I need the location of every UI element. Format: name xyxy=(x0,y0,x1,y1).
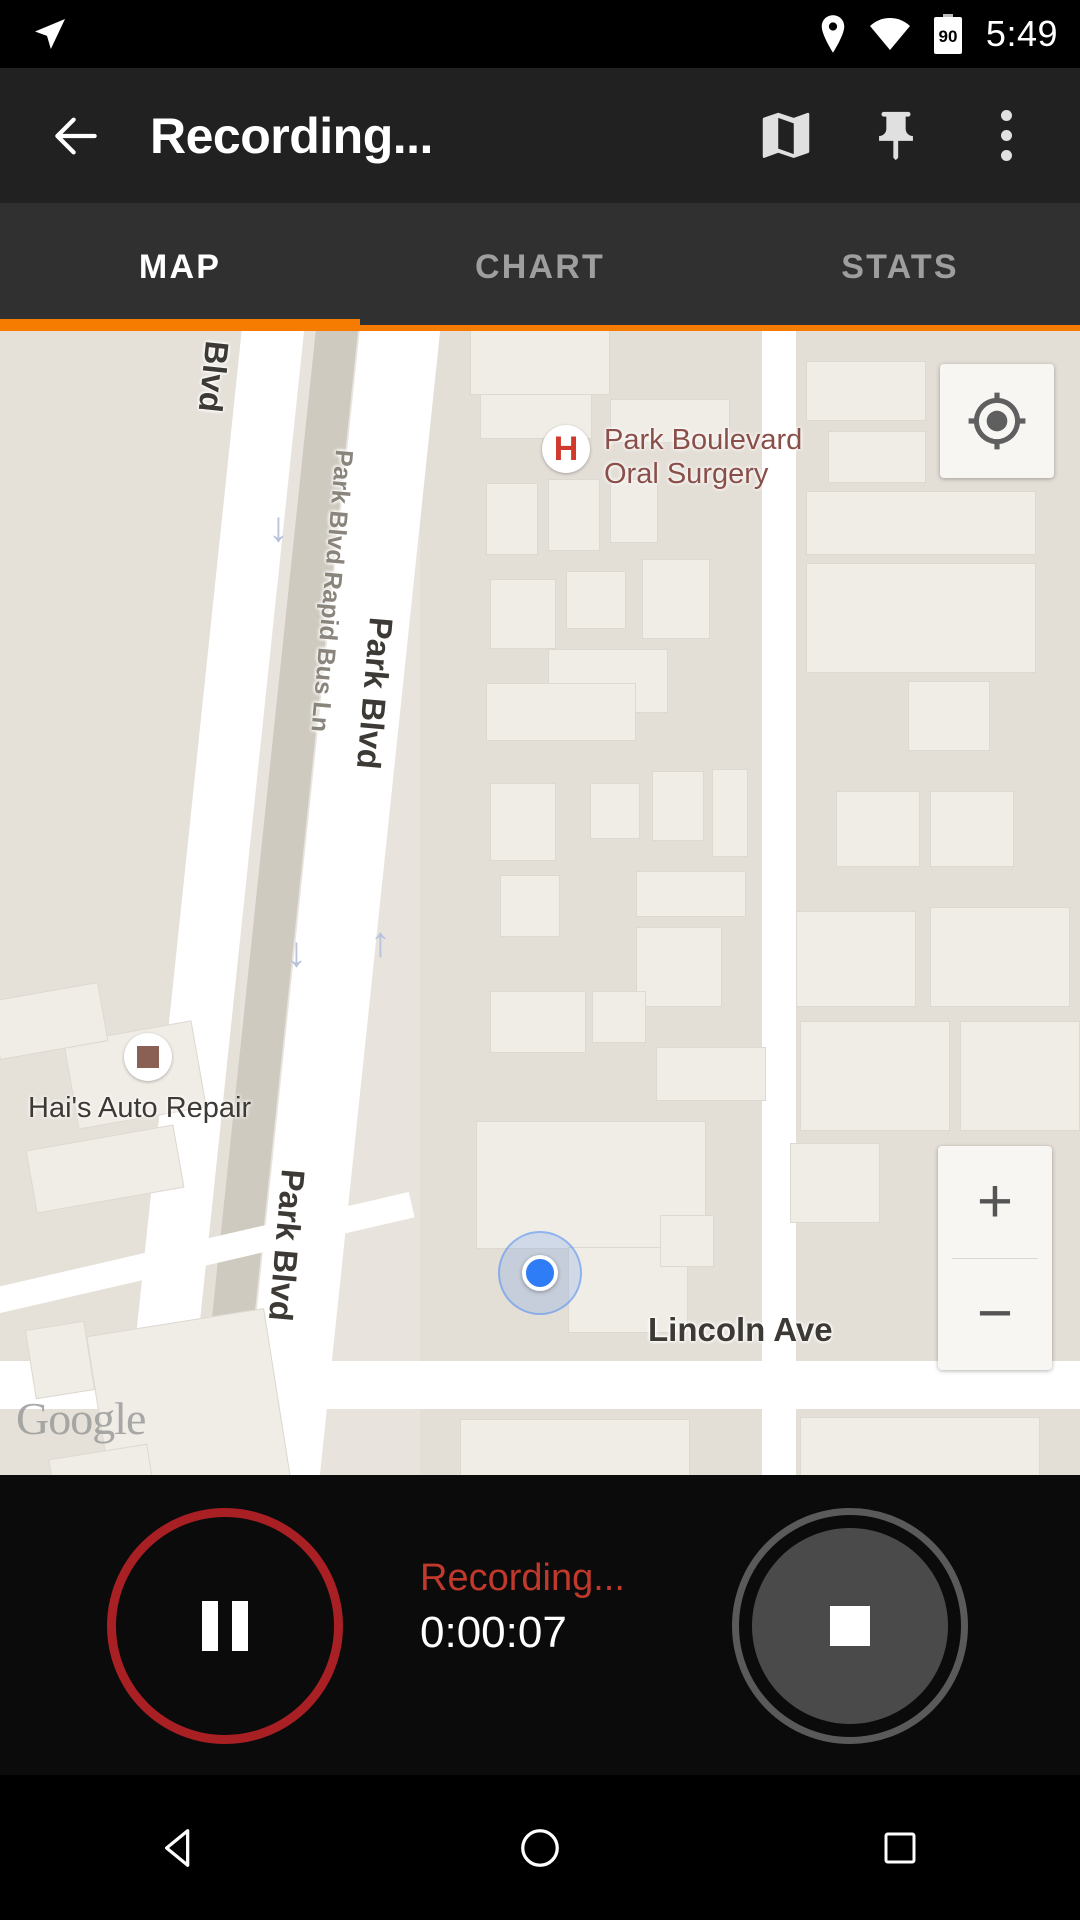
hospital-marker-icon[interactable]: H xyxy=(542,425,590,473)
poi-label-oral-surgery: Park Boulevard Oral Surgery xyxy=(604,424,803,491)
map-layer-icon xyxy=(762,112,810,158)
auto-repair-marker-icon[interactable] xyxy=(124,1033,172,1081)
building xyxy=(828,431,926,483)
battery-level-text: 90 xyxy=(938,27,957,46)
recording-status-text: Recording... xyxy=(420,1557,625,1599)
system-recents-button[interactable] xyxy=(825,1775,975,1920)
pause-button[interactable] xyxy=(107,1508,343,1744)
building xyxy=(796,911,916,1007)
map-view[interactable]: ↓ ↓ ↑ Blvd Park Blvd Park Blvd Park Blvd… xyxy=(0,331,1080,1475)
back-button[interactable] xyxy=(40,100,112,172)
app-bar-actions xyxy=(738,88,1054,184)
recording-controls: Recording... 0:00:07 xyxy=(0,1475,1080,1775)
hospital-h-glyph: H xyxy=(553,430,579,468)
system-back-button[interactable] xyxy=(105,1775,255,1920)
app-screen: 90 5:49 Recording... MAP CHART STATS ↓ ↓… xyxy=(0,0,1080,1920)
location-dot xyxy=(522,1255,558,1291)
status-bar: 90 5:49 xyxy=(0,0,1080,68)
building xyxy=(566,571,626,629)
building xyxy=(806,491,1036,555)
map-canvas: ↓ ↓ ↑ Blvd Park Blvd Park Blvd Park Blvd… xyxy=(0,331,1080,1475)
building xyxy=(592,991,646,1043)
navigation-arrow-icon xyxy=(30,14,70,54)
building xyxy=(908,681,990,751)
recording-status: Recording... 0:00:07 xyxy=(420,1553,625,1661)
pin-icon xyxy=(879,111,913,160)
building xyxy=(470,331,610,395)
building xyxy=(590,783,640,839)
building xyxy=(490,991,586,1053)
zoom-controls: + − xyxy=(938,1146,1052,1370)
building xyxy=(930,907,1070,1007)
poi-square-glyph xyxy=(137,1046,159,1068)
building xyxy=(500,875,560,937)
circle-home-icon xyxy=(521,1828,559,1867)
building xyxy=(712,769,748,857)
google-logo: Google xyxy=(16,1393,146,1444)
street-label-blvd-top: Blvd xyxy=(191,339,236,415)
overflow-menu-icon xyxy=(1000,110,1012,161)
system-home-button[interactable] xyxy=(465,1775,615,1920)
wifi-icon xyxy=(869,18,910,50)
street-label-lincoln-ave: Lincoln Ave xyxy=(648,1311,833,1348)
building xyxy=(806,361,926,421)
building xyxy=(636,927,722,1007)
zoom-divider xyxy=(952,1258,1038,1259)
battery-icon: 90 xyxy=(932,14,964,54)
zoom-in-button[interactable]: + xyxy=(938,1146,1052,1258)
status-bar-left xyxy=(30,14,70,54)
triangle-back-icon xyxy=(164,1828,190,1867)
stop-button[interactable] xyxy=(732,1508,968,1744)
building xyxy=(486,683,636,741)
building xyxy=(460,1419,690,1475)
overflow-menu-button[interactable] xyxy=(958,88,1054,184)
direction-arrow-icon: ↓ xyxy=(286,928,307,975)
map-layer-button[interactable] xyxy=(738,88,834,184)
my-location-button[interactable] xyxy=(940,364,1054,478)
building xyxy=(642,559,710,639)
back-arrow-icon xyxy=(55,117,97,154)
building xyxy=(790,1143,880,1223)
direction-arrow-icon: ↓ xyxy=(268,503,289,550)
stop-icon xyxy=(830,1606,870,1646)
building xyxy=(24,1320,96,1400)
building xyxy=(548,479,600,551)
tab-active-indicator xyxy=(0,319,360,331)
square-recents-icon xyxy=(884,1832,916,1863)
system-navigation-bar xyxy=(0,1775,1080,1920)
building xyxy=(960,1021,1080,1131)
building xyxy=(930,791,1014,867)
building xyxy=(486,483,538,555)
page-title: Recording... xyxy=(150,107,433,164)
direction-arrow-icon: ↑ xyxy=(370,918,391,965)
status-bar-clock: 5:49 xyxy=(985,13,1058,54)
tab-bar: MAP CHART STATS xyxy=(0,203,1080,331)
tab-stats[interactable]: STATS xyxy=(720,248,1080,287)
road-vertical-east xyxy=(762,331,796,1475)
my-location-icon xyxy=(968,392,1026,450)
status-bar-right: 90 5:49 xyxy=(818,13,1058,55)
pin-button[interactable] xyxy=(848,88,944,184)
tab-map[interactable]: MAP xyxy=(0,248,360,287)
building xyxy=(636,871,746,917)
building xyxy=(800,1417,1040,1475)
pause-icon xyxy=(202,1601,248,1651)
building xyxy=(806,563,1036,673)
location-pin-icon xyxy=(818,15,848,53)
building xyxy=(490,579,556,649)
building xyxy=(800,1021,950,1131)
poi-label-hais-auto-repair: Hai's Auto Repair xyxy=(28,1092,252,1124)
recording-timer: 0:00:07 xyxy=(420,1608,567,1658)
tab-chart[interactable]: CHART xyxy=(360,248,720,287)
zoom-out-button[interactable]: − xyxy=(938,1258,1052,1370)
app-bar: Recording... xyxy=(0,68,1080,203)
stop-button-inner xyxy=(752,1528,948,1724)
blue-dot-current-location xyxy=(498,1231,582,1315)
building xyxy=(836,791,920,867)
building xyxy=(660,1215,714,1267)
building xyxy=(656,1047,766,1101)
building xyxy=(652,771,704,841)
building xyxy=(490,783,556,861)
